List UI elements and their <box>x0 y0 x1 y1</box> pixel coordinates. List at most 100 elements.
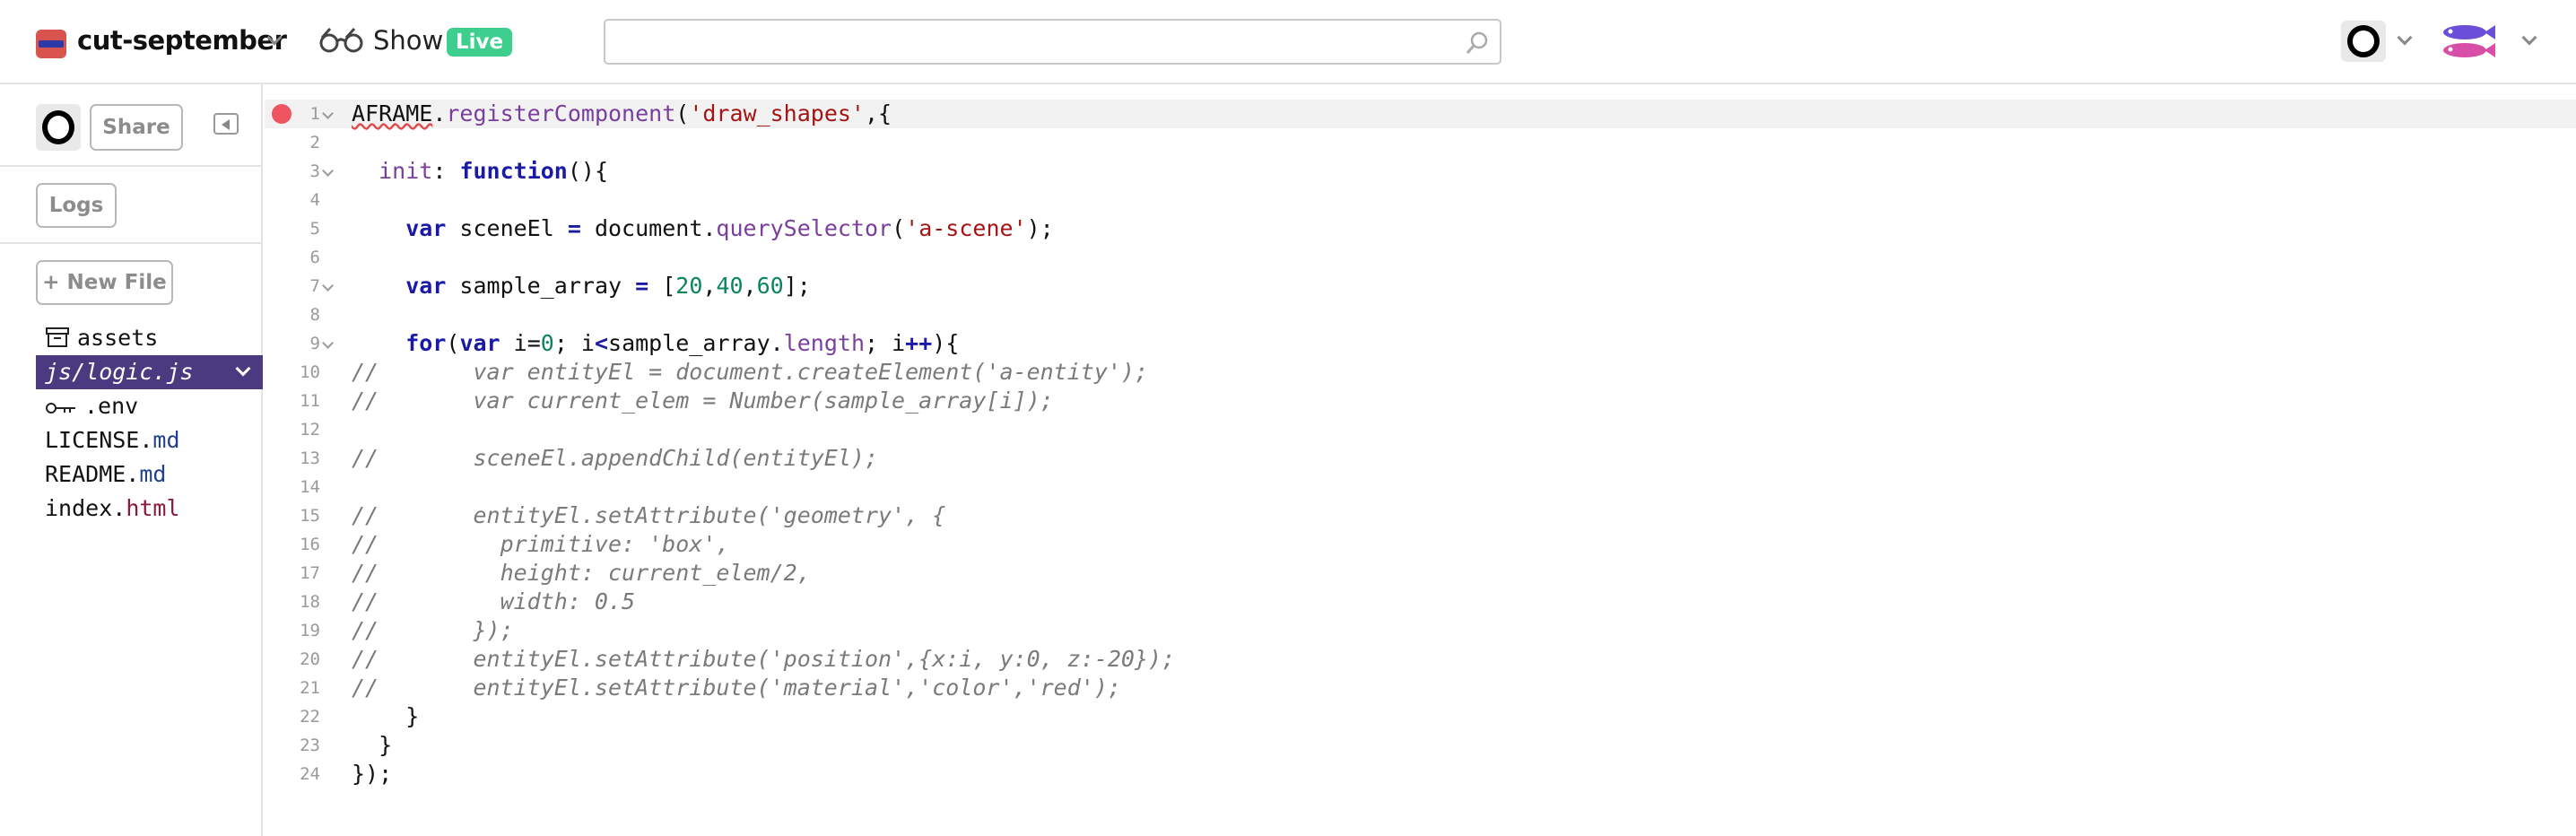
project-avatar[interactable] <box>36 30 66 58</box>
code-text: // var entityEl = document.createElement… <box>352 359 1149 385</box>
code-line[interactable]: 17 // height: current_elem/2, <box>265 559 2576 588</box>
line-number: 20 <box>300 649 320 669</box>
glasses-icon[interactable] <box>318 27 368 57</box>
code-text: AFRAME.registerComponent('draw_shapes',{ <box>352 100 892 126</box>
show-button[interactable]: Show <box>373 25 443 56</box>
file-item-logic-js[interactable]: js/logic.js <box>36 355 263 389</box>
live-badge[interactable]: Live <box>447 28 513 57</box>
code-line[interactable]: 23 } <box>265 731 2576 760</box>
chevron-down-icon[interactable] <box>2521 30 2537 46</box>
line-number: 3 <box>309 161 320 181</box>
code-line[interactable]: 13 // sceneEl.appendChild(entityEl); <box>265 444 2576 473</box>
fold-chevron-icon[interactable] <box>322 108 334 119</box>
code-text: // sceneEl.appendChild(entityEl); <box>352 445 878 471</box>
file-item-assets[interactable]: assets <box>36 321 263 355</box>
code-line[interactable]: 8 <box>265 300 2576 329</box>
code-line[interactable]: 14 <box>265 473 2576 501</box>
line-number: 6 <box>309 248 320 267</box>
code-line[interactable]: 1 AFRAME.registerComponent('draw_shapes',… <box>265 100 2576 128</box>
code-line[interactable]: 9 for(var i=0; i<sample_array.length; i+… <box>265 329 2576 358</box>
code-line[interactable]: 16 // primitive: 'box', <box>265 530 2576 559</box>
code-line[interactable]: 10 // var entityEl = document.createEleme… <box>265 358 2576 387</box>
code-line[interactable]: 22 } <box>265 702 2576 731</box>
file-name: index. <box>45 495 126 521</box>
code-line[interactable]: 5 var sceneEl = document.querySelector('… <box>265 214 2576 243</box>
file-item-env[interactable]: .env <box>36 389 263 423</box>
code-line[interactable]: 21 // entityEl.setAttribute('material','c… <box>265 674 2576 702</box>
line-number: 2 <box>309 133 320 152</box>
line-number: 14 <box>300 477 320 497</box>
line-number: 12 <box>300 420 320 440</box>
line-number: 19 <box>300 621 320 640</box>
code-line[interactable]: 2 <box>265 128 2576 157</box>
line-number: 11 <box>300 391 320 411</box>
line-number: 16 <box>300 535 320 554</box>
sidebar: Share Logs + New File assets js/logic.js <box>0 84 263 836</box>
divider <box>0 165 261 167</box>
file-item-license[interactable]: LICENSE.md <box>36 423 263 457</box>
code-text: var sample_array = [20,40,60]; <box>405 273 811 299</box>
line-number: 23 <box>300 736 320 755</box>
file-extension: md <box>139 461 167 487</box>
code-text: var sceneEl = document.querySelector('a-… <box>405 215 1054 241</box>
code-text: for(var i=0; i<sample_array.length; i++)… <box>405 330 960 356</box>
search-input[interactable] <box>614 28 1458 57</box>
search-box[interactable] <box>604 19 1501 65</box>
file-extension: md <box>152 427 180 453</box>
search-icon[interactable] <box>1464 30 1491 60</box>
code-line[interactable]: 18 // width: 0.5 <box>265 588 2576 616</box>
fold-chevron-icon[interactable] <box>322 280 334 292</box>
fold-chevron-icon[interactable] <box>322 337 334 349</box>
code-line[interactable]: 24}); <box>265 760 2576 788</box>
logs-button[interactable]: Logs <box>36 183 117 228</box>
code-text: // entityEl.setAttribute('position',{x:i… <box>352 646 1176 672</box>
fold-chevron-icon[interactable] <box>322 165 334 177</box>
top-header: cut-september Show Live <box>0 0 2576 84</box>
file-item-index-html[interactable]: index.html <box>36 492 263 526</box>
line-number: 18 <box>300 592 320 612</box>
line-number: 5 <box>309 219 320 239</box>
code-line[interactable]: 19 // }); <box>265 616 2576 645</box>
code-line[interactable]: 20 // entityEl.setAttribute('position',{x… <box>265 645 2576 674</box>
code-line[interactable]: 4 <box>265 186 2576 214</box>
code-text: // }); <box>352 617 514 643</box>
code-text: init: function(){ <box>379 158 609 184</box>
file-name: js/logic.js <box>45 359 194 385</box>
code-text: // var current_elem = Number(sample_arra… <box>352 388 1054 414</box>
code-line[interactable]: 15 // entityEl.setAttribute('geometry', { <box>265 501 2576 530</box>
key-icon <box>45 393 77 427</box>
code-text: } <box>352 703 420 729</box>
team-avatar[interactable] <box>2438 20 2497 66</box>
project-name[interactable]: cut-september <box>77 25 287 56</box>
archive-box-icon <box>45 325 70 359</box>
code-line[interactable]: 11 // var current_elem = Number(sample_ar… <box>265 387 2576 415</box>
line-number: 10 <box>300 362 320 382</box>
share-button[interactable]: Share <box>90 104 183 151</box>
file-name: README. <box>45 461 140 487</box>
code-line[interactable]: 3 init: function(){ <box>265 157 2576 186</box>
file-extension: html <box>126 495 180 521</box>
code-line[interactable]: 6 <box>265 243 2576 272</box>
line-number: 21 <box>300 678 320 698</box>
chevron-down-icon[interactable] <box>235 361 251 377</box>
line-number: 17 <box>300 563 320 583</box>
line-number: 15 <box>300 506 320 526</box>
code-line[interactable]: 12 <box>265 415 2576 444</box>
code-text: // width: 0.5 <box>352 588 636 614</box>
line-number: 8 <box>309 305 320 325</box>
code-text: // height: current_elem/2, <box>352 560 811 586</box>
file-name: assets <box>77 325 159 351</box>
code-line[interactable]: 7 var sample_array = [20,40,60]; <box>265 272 2576 300</box>
chevron-down-icon[interactable] <box>2397 30 2413 46</box>
line-number: 1 <box>309 104 320 124</box>
code-editor[interactable]: 1 AFRAME.registerComponent('draw_shapes',… <box>265 84 2576 836</box>
code-text: }); <box>352 761 393 787</box>
code-text: } <box>352 732 393 758</box>
user-avatar[interactable] <box>2341 21 2386 62</box>
collapse-sidebar-icon[interactable] <box>213 113 239 135</box>
project-owner-avatar[interactable] <box>36 104 81 151</box>
line-number: 13 <box>300 448 320 468</box>
line-number: 22 <box>300 707 320 727</box>
new-file-button[interactable]: + New File <box>36 260 173 305</box>
file-item-readme[interactable]: README.md <box>36 457 263 492</box>
